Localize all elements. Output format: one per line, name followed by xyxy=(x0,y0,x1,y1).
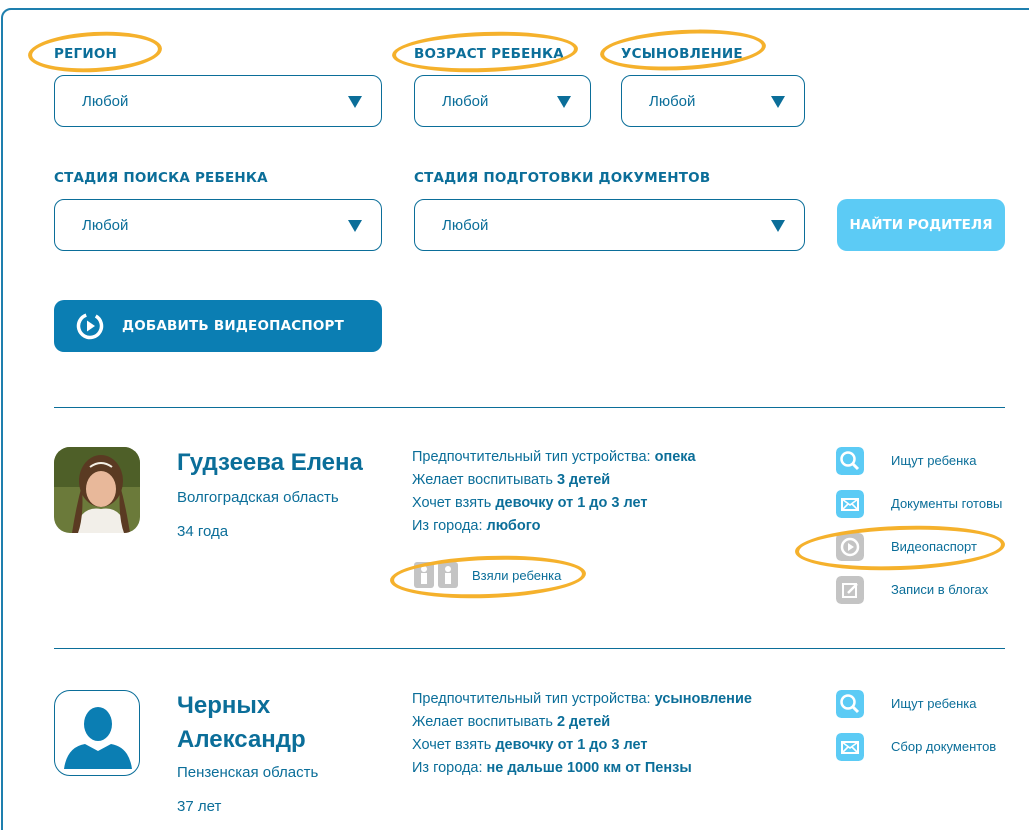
blog-edit-icon xyxy=(836,576,864,604)
search-icon xyxy=(836,447,864,475)
took-child-label: Взяли ребенка xyxy=(472,568,562,583)
docs-stage-select-value: Любой xyxy=(442,217,489,234)
divider xyxy=(54,407,1005,408)
region-filter-label: РЕГИОН xyxy=(54,46,117,62)
parent-info: Предпочтительный тип устройства: усыновл… xyxy=(412,691,752,776)
family-icon xyxy=(414,562,458,588)
search-stage-filter-label: СТАДИЯ ПОИСКА РЕБЕНКА xyxy=(54,170,268,186)
child-age-filter-label: ВОЗРАСТ РЕБЕНКА xyxy=(414,46,564,62)
add-video-passport-label: ДОБАВИТЬ ВИДЕОПАСПОРТ xyxy=(122,318,345,334)
chevron-down-icon xyxy=(557,96,571,108)
search-stage-select[interactable]: Любой xyxy=(54,199,382,251)
parent-name-first[interactable]: Черных xyxy=(177,691,270,721)
search-stage-select-value: Любой xyxy=(82,217,129,234)
add-video-passport-button[interactable]: ДОБАВИТЬ ВИДЕОПАСПОРТ xyxy=(54,300,382,352)
parent-age: 37 лет xyxy=(177,798,222,815)
find-parent-button[interactable]: НАЙТИ РОДИТЕЛЯ xyxy=(837,199,1005,251)
parent-name[interactable]: Гудзеева Елена xyxy=(177,448,363,478)
play-circle-icon xyxy=(836,533,864,561)
adoption-select[interactable]: Любой xyxy=(621,75,805,127)
adoption-filter-label: УСЫНОВЛЕНИЕ xyxy=(621,46,743,62)
parent-region: Волгоградская область xyxy=(177,489,339,506)
search-icon xyxy=(836,690,864,718)
chevron-down-icon xyxy=(348,220,362,232)
envelope-icon xyxy=(836,490,864,518)
divider xyxy=(54,648,1005,649)
parent-photo xyxy=(54,447,140,533)
chevron-down-icon xyxy=(348,96,362,108)
parent-info: Предпочтительный тип устройства: опека Ж… xyxy=(412,449,696,534)
avatar[interactable] xyxy=(54,690,140,776)
docs-stage-filter-label: СТАДИЯ ПОДГОТОВКИ ДОКУМЕНТОВ xyxy=(414,170,711,186)
chevron-down-icon xyxy=(771,220,785,232)
parent-name-second[interactable]: Александр xyxy=(177,725,306,755)
child-age-select[interactable]: Любой xyxy=(414,75,591,127)
region-select[interactable]: Любой xyxy=(54,75,382,127)
person-silhouette-icon xyxy=(64,707,132,769)
envelope-icon xyxy=(836,733,864,761)
parent-region: Пензенская область xyxy=(177,764,319,781)
play-circle-icon xyxy=(76,312,104,340)
avatar[interactable] xyxy=(54,447,140,533)
region-select-value: Любой xyxy=(82,93,129,110)
chevron-down-icon xyxy=(771,96,785,108)
parent-age: 34 года xyxy=(177,523,229,540)
docs-stage-select[interactable]: Любой xyxy=(414,199,805,251)
adoption-select-value: Любой xyxy=(649,93,696,110)
child-age-select-value: Любой xyxy=(442,93,489,110)
